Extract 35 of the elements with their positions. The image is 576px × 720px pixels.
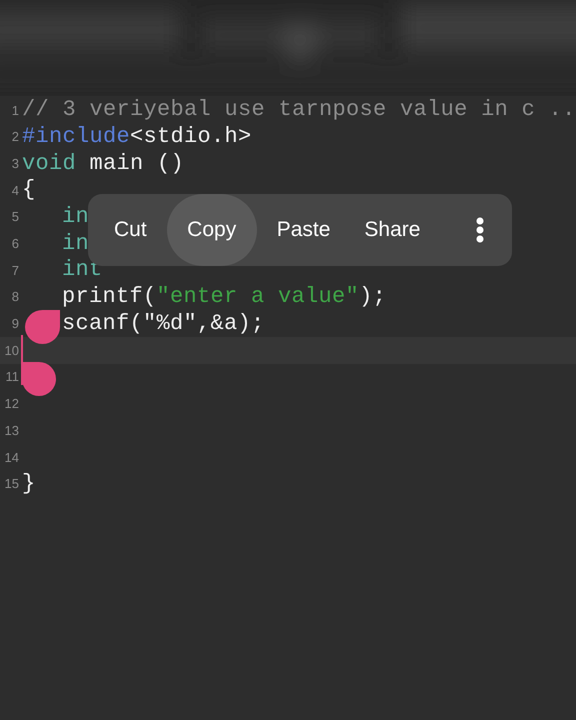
- line-number: 2: [10, 128, 20, 146]
- code-token: void: [22, 152, 76, 175]
- code-token: #include: [22, 126, 130, 148]
- code-token: // 3 veriyebal use tarnpose value in c ..: [22, 99, 576, 122]
- line-number: 13: [4, 422, 20, 440]
- line-number: 12: [4, 395, 20, 414]
- code-token: <stdio.h>: [130, 126, 252, 148]
- line-number: 7: [10, 262, 20, 280]
- line-number: 1: [10, 102, 20, 120]
- code-token: "enter a value": [156, 286, 360, 308]
- line-number: 11: [4, 368, 20, 386]
- more-icon[interactable]: [476, 217, 484, 243]
- menu-item[interactable]: Share: [350, 194, 434, 266]
- line-number: 4: [10, 182, 20, 200]
- code-token: printf(: [62, 286, 157, 308]
- line-number: 5: [10, 208, 20, 226]
- menu-item[interactable]: Cut: [100, 194, 161, 266]
- code-token: {: [22, 179, 36, 202]
- line-number: 6: [10, 235, 20, 254]
- code-token: }: [22, 472, 36, 495]
- line-number: 10: [4, 342, 20, 360]
- line-number: 9: [10, 315, 20, 334]
- code-token: main (): [88, 152, 184, 175]
- menu-item[interactable]: Paste: [262, 194, 344, 266]
- menu-item[interactable]: Copy: [166, 194, 257, 266]
- code-token: scanf("%d",&a);: [62, 312, 265, 335]
- selection-handle[interactable]: [22, 362, 56, 396]
- code-token: );: [359, 286, 386, 308]
- line-number: 3: [10, 154, 20, 173]
- line-number: 15: [4, 475, 20, 494]
- code-token: in: [62, 206, 90, 228]
- code-token: in: [62, 232, 90, 255]
- line-number: 8: [10, 288, 20, 306]
- selection-handle[interactable]: [25, 310, 60, 344]
- line-number: 14: [4, 448, 20, 467]
